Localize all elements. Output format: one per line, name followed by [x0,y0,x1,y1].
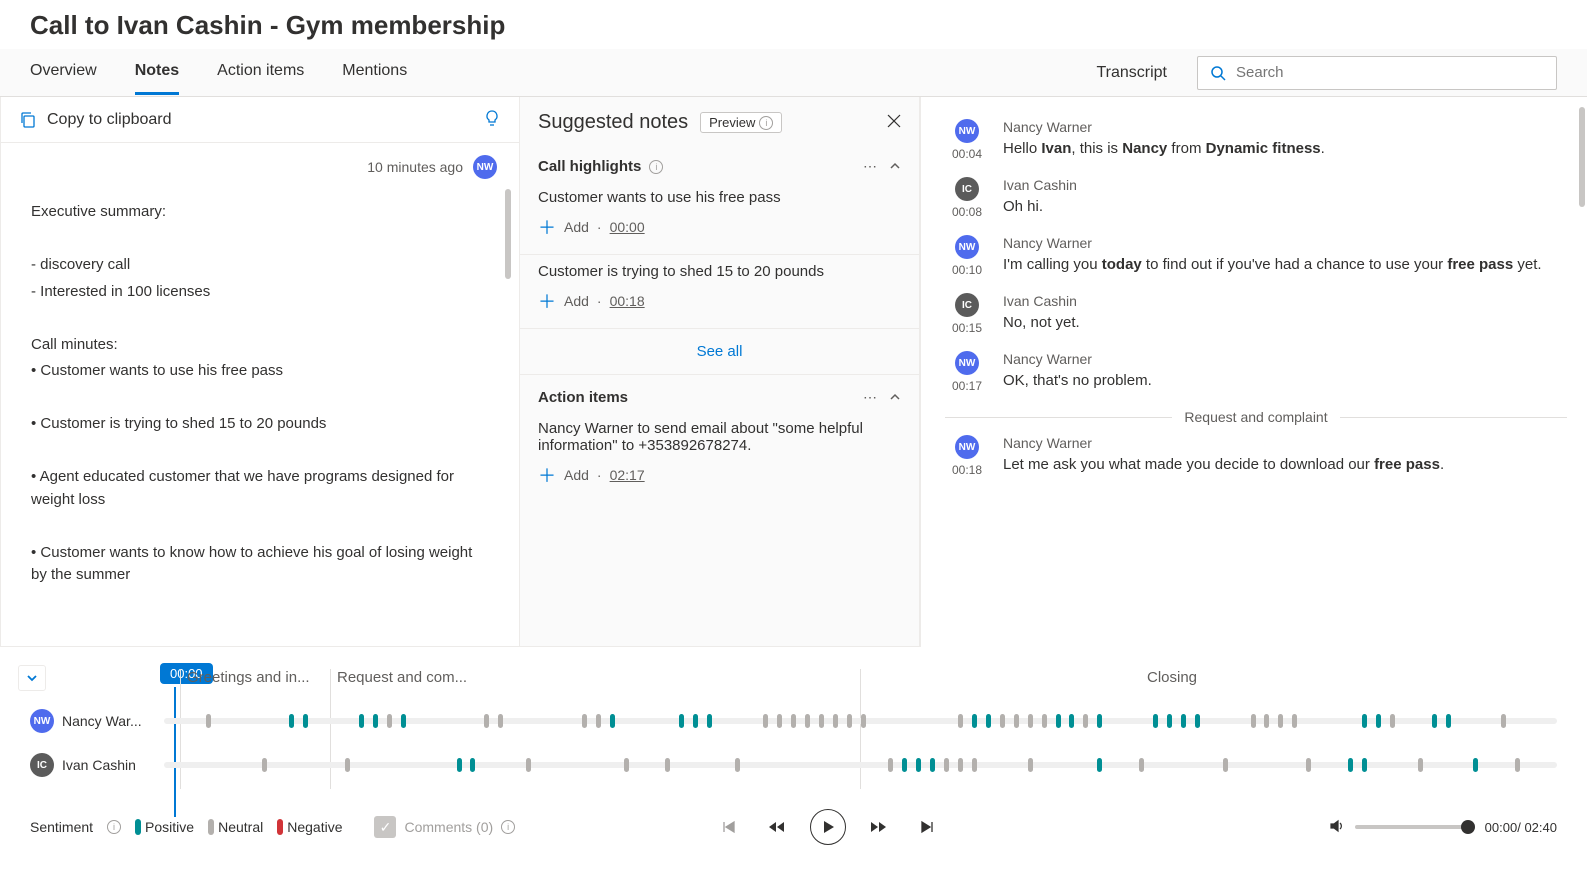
transcript-panel: NW00:04 Nancy WarnerHello Ivan, this is … [920,97,1587,647]
volume-slider[interactable] [1355,825,1475,829]
info-icon: i [107,820,121,834]
top-bar: Overview Notes Action items Mentions Tra… [0,49,1587,97]
audio-track[interactable] [164,762,1557,768]
add-action-button[interactable]: ＋ [538,462,556,488]
segment-divider: Request and complaint [945,409,1567,425]
highlight-item: Customer wants to use his free pass ＋ Ad… [520,181,919,255]
timestamp-link[interactable]: 00:00 [610,219,645,235]
suggested-notes-panel: Suggested notes Preview i Call highlight… [520,97,920,647]
play-button[interactable] [810,809,846,845]
transcript-label: Transcript [1096,64,1167,82]
info-icon: i [759,116,773,130]
skip-start-button[interactable] [714,812,744,842]
audio-track[interactable] [164,718,1557,724]
transcript-message: Let me ask you what made you decide to d… [1003,454,1444,475]
copy-icon [19,111,37,129]
tab-mentions[interactable]: Mentions [342,50,407,95]
scrollbar[interactable] [505,189,511,279]
notes-panel: Copy to clipboard 10 minutes ago NW Exec… [0,97,520,647]
see-all-link[interactable]: See all [520,329,919,375]
timestamp-link[interactable]: 02:17 [610,467,645,483]
playhead-line[interactable] [174,687,176,817]
scrollbar[interactable] [1579,107,1585,207]
call-highlights-heading: Call highlights [538,158,641,175]
highlight-item: Customer is trying to shed 15 to 20 poun… [520,255,919,329]
transcript-message: Hello Ivan, this is Nancy from Dynamic f… [1003,138,1325,159]
add-highlight-button[interactable]: ＋ [538,288,556,314]
rewind-button[interactable] [762,812,792,842]
page-title: Call to Ivan Cashin - Gym membership [0,0,1587,49]
chevron-up-icon[interactable] [889,390,901,406]
avatar: IC [30,753,54,777]
info-icon: i [501,820,515,834]
info-icon: i [649,160,663,174]
transcript-message: I'm calling you today to find out if you… [1003,254,1542,275]
timeline: 00:00 Greetings and in... Request and co… [0,669,1587,797]
sentiment-label: Sentiment [30,819,93,835]
search-input[interactable] [1236,64,1544,81]
notes-author-avatar: NW [473,155,497,179]
notes-body: Executive summary: - discovery call - In… [1,179,519,646]
search-icon [1210,65,1226,81]
avatar: NW [955,235,979,259]
footer: Sentiment i Positive Neutral Negative ✓ … [0,797,1587,863]
avatar: NW [955,119,979,143]
close-icon[interactable] [887,112,901,133]
action-items-heading: Action items [538,389,628,406]
tab-notes[interactable]: Notes [135,50,179,95]
segment-label: Request and com... [330,669,467,789]
transcript-message: No, not yet. [1003,312,1080,333]
copy-to-clipboard-button[interactable]: Copy to clipboard [19,111,172,129]
segment-label: Greetings and in... [180,669,310,789]
avatar: NW [955,351,979,375]
timestamp-link[interactable]: 00:18 [610,293,645,309]
volume-icon[interactable] [1329,818,1345,837]
avatar: NW [30,709,54,733]
player-controls [714,809,942,845]
checkbox-icon: ✓ [374,816,396,838]
tab-overview[interactable]: Overview [30,50,97,95]
transcript-message: Oh hi. [1003,196,1077,217]
notes-timestamp: 10 minutes ago [367,159,463,175]
transcript-message: OK, that's no problem. [1003,370,1152,391]
add-highlight-button[interactable]: ＋ [538,214,556,240]
forward-button[interactable] [864,812,894,842]
skip-end-button[interactable] [912,812,942,842]
more-icon[interactable]: ⋯ [863,389,877,406]
chevron-up-icon[interactable] [889,159,901,175]
lightbulb-icon[interactable] [483,109,501,130]
action-item: Nancy Warner to send email about "some h… [520,412,919,502]
comments-toggle[interactable]: ✓ Comments (0) i [374,816,515,838]
more-icon[interactable]: ⋯ [863,158,877,175]
tab-action-items[interactable]: Action items [217,50,304,95]
avatar: NW [955,435,979,459]
search-box[interactable] [1197,56,1557,90]
preview-badge[interactable]: Preview i [700,112,782,133]
avatar: IC [955,177,979,201]
copy-label: Copy to clipboard [47,111,172,129]
suggested-notes-title: Suggested notes [538,111,688,134]
avatar: IC [955,293,979,317]
